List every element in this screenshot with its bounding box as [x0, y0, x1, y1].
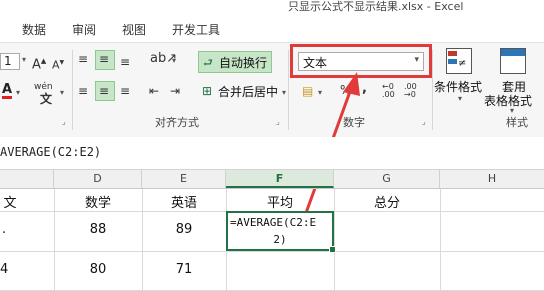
fill-handle[interactable]: [329, 246, 336, 253]
cell-d3[interactable]: 80: [54, 262, 142, 277]
cell-d1[interactable]: 数学: [54, 192, 142, 211]
column-header[interactable]: [0, 170, 54, 188]
column-header-h[interactable]: H: [440, 170, 544, 188]
column-header-d[interactable]: D: [54, 170, 142, 188]
column-header-f[interactable]: F: [226, 170, 334, 188]
formula-bar-text: AVERAGE(C2:E2): [0, 145, 102, 159]
active-cell-line1: =AVERAGE(C2:E: [230, 216, 317, 229]
cell-partial[interactable]: .: [0, 222, 8, 237]
column-header-g[interactable]: G: [334, 170, 440, 188]
cell-f1[interactable]: 平均: [226, 192, 334, 211]
active-cell-f2[interactable]: =AVERAGE(C2:E 2): [226, 211, 336, 253]
grid-line: [0, 251, 544, 252]
cell-e3[interactable]: 71: [142, 262, 226, 277]
cell-g1[interactable]: 总分: [334, 192, 440, 211]
active-cell-line2: 2): [273, 233, 287, 246]
cell-partial[interactable]: 4: [0, 262, 8, 277]
cell-e1[interactable]: 英语: [142, 192, 226, 211]
grid-line: [440, 189, 441, 291]
cell-header-partial[interactable]: 文: [0, 192, 20, 211]
cell-e2[interactable]: 89: [142, 222, 226, 237]
column-header-row: D E F G H: [0, 170, 544, 189]
column-header-e[interactable]: E: [142, 170, 226, 188]
cell-d2[interactable]: 88: [54, 222, 142, 237]
formula-bar[interactable]: AVERAGE(C2:E2): [0, 137, 544, 170]
